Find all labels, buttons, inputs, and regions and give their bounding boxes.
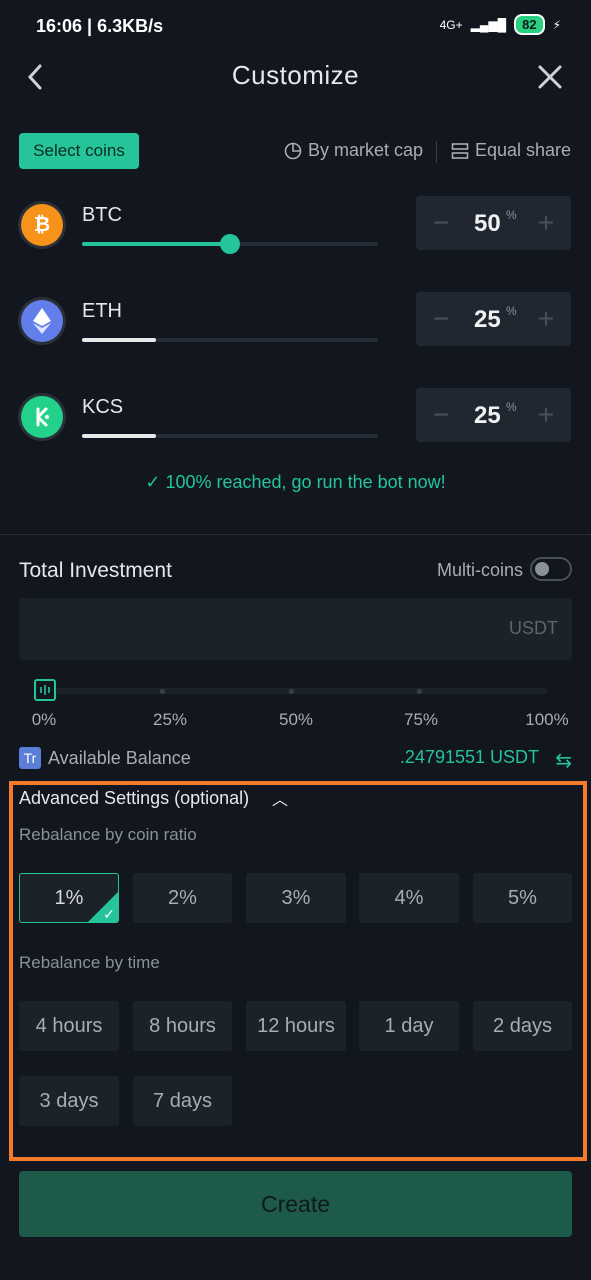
time-option-2-days[interactable]: 2 days: [473, 1001, 572, 1051]
ratio-option-3[interactable]: 3%: [246, 873, 346, 923]
percent-stepper: − 50 % +: [416, 196, 571, 250]
by-market-cap-button[interactable]: By market cap: [284, 140, 423, 161]
percent-stepper: − 25 % +: [416, 292, 571, 346]
coin-row-eth: ETH − 25 % +: [0, 292, 591, 388]
coin-slider[interactable]: [82, 234, 378, 254]
percent-sign: %: [506, 304, 517, 318]
battery-level: 82: [514, 14, 545, 35]
percent-slider[interactable]: [34, 688, 547, 694]
percent-mark[interactable]: 0%: [14, 710, 74, 730]
create-button[interactable]: Create: [19, 1171, 572, 1237]
grip-icon: [40, 685, 50, 695]
ratio-option-2[interactable]: 2%: [133, 873, 232, 923]
signal-icon: ▂▄▆█: [470, 17, 507, 32]
coin-name: BTC: [82, 204, 122, 226]
toggle-knob: [535, 562, 549, 576]
percent-mark[interactable]: 100%: [517, 710, 577, 730]
section-divider: [0, 534, 591, 535]
by-market-cap-label: By market cap: [308, 140, 424, 160]
toolbar-divider: [436, 141, 437, 163]
check-icon: ✓: [145, 472, 161, 492]
equal-share-label: Equal share: [475, 140, 572, 160]
check-icon: ✓: [103, 906, 115, 922]
slider-fill: [82, 434, 156, 438]
slider-thumb[interactable]: [220, 234, 240, 254]
percent-stepper: − 25 % +: [416, 388, 571, 442]
percent-mark[interactable]: 50%: [266, 710, 326, 730]
reached-text: 100% reached, go run the bot now!: [165, 472, 446, 492]
time-option-8-hours[interactable]: 8 hours: [133, 1001, 232, 1051]
coin-slider[interactable]: [82, 338, 378, 342]
coin-name: KCS: [82, 396, 124, 418]
percent-mark[interactable]: 75%: [391, 710, 451, 730]
close-icon: [538, 65, 562, 89]
decrease-button[interactable]: −: [424, 398, 458, 432]
ratio-option-label: 1%: [54, 887, 84, 909]
ratio-option-4[interactable]: 4%: [359, 873, 459, 923]
available-balance-value: .24791551 USDT: [399, 747, 539, 767]
total-investment-title: Total Investment: [19, 559, 172, 582]
page-title: Customize: [231, 60, 360, 90]
slider-stop: [288, 689, 294, 694]
eth-icon: [21, 300, 63, 342]
slider-stop: [416, 689, 422, 694]
equal-share-icon: [451, 142, 469, 159]
percent-value[interactable]: 25: [474, 402, 501, 430]
decrease-button[interactable]: −: [424, 302, 458, 336]
percent-sign: %: [506, 208, 517, 222]
coin-name: ETH: [82, 300, 122, 322]
chevron-up-icon[interactable]: ︿: [272, 786, 288, 810]
status-bar-indicators: 4G+ ▂▄▆█ 82 ⚡: [440, 14, 561, 35]
transfer-icon[interactable]: ⇆: [555, 748, 572, 773]
multi-coins-toggle[interactable]: [530, 557, 572, 581]
increase-button[interactable]: +: [529, 206, 563, 240]
investment-input[interactable]: USDT: [19, 598, 572, 660]
slider-stop: [160, 689, 166, 694]
close-button[interactable]: [535, 62, 565, 92]
equal-share-button[interactable]: Equal share: [451, 140, 571, 161]
slider-fill: [82, 338, 156, 342]
percent-value[interactable]: 50: [474, 210, 501, 238]
ratio-option-5[interactable]: 5%: [473, 873, 572, 923]
coin-slider[interactable]: [82, 434, 378, 438]
slider-fill: [82, 242, 230, 246]
reached-message: ✓ 100% reached, go run the bot now!: [0, 472, 591, 493]
available-balance-label: Available Balance: [48, 748, 191, 768]
rebalance-ratio-label: Rebalance by coin ratio: [19, 825, 197, 844]
charging-icon: ⚡: [552, 17, 561, 32]
increase-button[interactable]: +: [529, 302, 563, 336]
ratio-option-1[interactable]: 1% ✓: [19, 873, 119, 923]
balance-type-icon: Tr: [19, 747, 41, 769]
status-bar-time: 16:06 | 6.3KB/s: [36, 16, 164, 36]
percent-slider-handle[interactable]: [34, 679, 56, 701]
increase-button[interactable]: +: [529, 398, 563, 432]
unit-label: USDT: [509, 618, 558, 638]
advanced-settings-title[interactable]: Advanced Settings (optional): [19, 788, 249, 809]
percent-mark[interactable]: 25%: [140, 710, 200, 730]
kcs-icon: [21, 396, 63, 438]
decrease-button[interactable]: −: [424, 206, 458, 240]
time-option-12-hours[interactable]: 12 hours: [246, 1001, 346, 1051]
time-option-3-days[interactable]: 3 days: [19, 1076, 119, 1126]
time-option-7-days[interactable]: 7 days: [133, 1076, 232, 1126]
coin-row-kcs: KCS − 25 % +: [0, 388, 591, 484]
pie-chart-icon: [284, 142, 302, 159]
eth-diamond-icon: [33, 308, 51, 334]
percent-value[interactable]: 25: [474, 306, 501, 334]
time-option-4-hours[interactable]: 4 hours: [19, 1001, 119, 1051]
rebalance-time-label: Rebalance by time: [19, 953, 160, 972]
multi-coins-label: Multi-coins: [436, 560, 523, 580]
coin-row-btc: ₿ BTC − 50 % +: [0, 196, 591, 292]
select-coins-button[interactable]: Select coins: [19, 133, 139, 169]
time-option-1-day[interactable]: 1 day: [359, 1001, 459, 1051]
btc-icon: ₿: [21, 204, 63, 246]
percent-sign: %: [506, 400, 517, 414]
network-label: 4G+: [439, 17, 463, 32]
kcs-logo-icon: [36, 407, 49, 427]
